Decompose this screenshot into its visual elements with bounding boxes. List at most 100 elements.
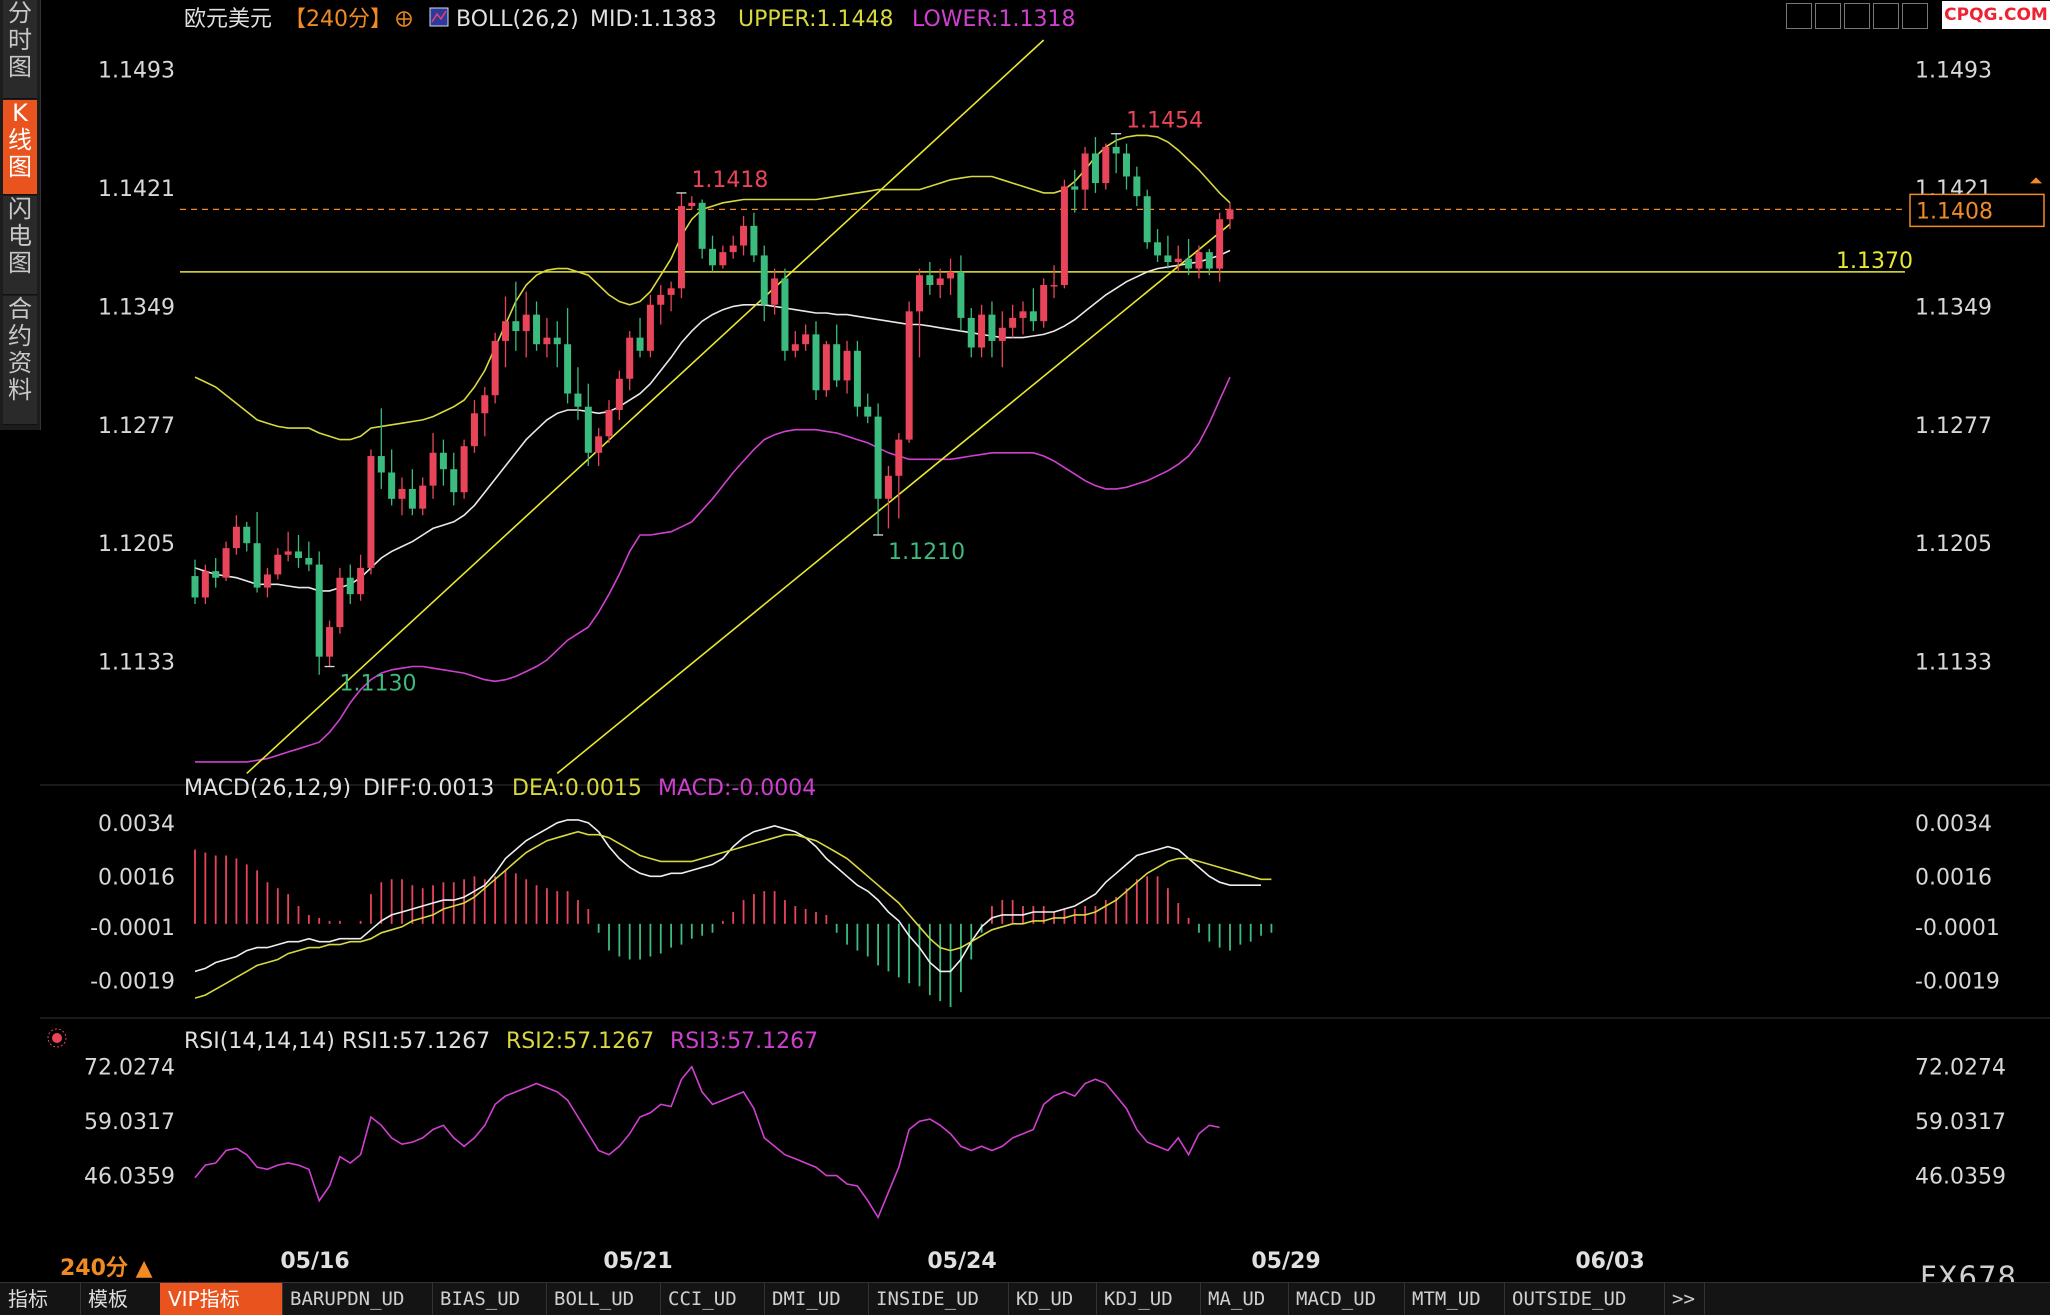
candle-body <box>626 337 634 379</box>
candle-body <box>978 314 986 348</box>
candle-body <box>740 225 748 246</box>
indicator-tab[interactable]: 指标 <box>0 1283 81 1315</box>
macd-tick-left: -0.0019 <box>90 969 175 994</box>
high-price-label: 1.1418 <box>691 168 768 193</box>
candle-body <box>874 416 882 499</box>
period-selector[interactable]: 240分 ▲ <box>60 1250 153 1282</box>
candle-body <box>677 206 685 289</box>
rsi-tick-left: 59.0317 <box>84 1110 175 1135</box>
price-tick-left: 1.1421 <box>98 177 175 202</box>
candle-body <box>698 202 706 249</box>
date-label: 05/21 <box>603 1249 672 1274</box>
rsi-tick-left: 72.0274 <box>84 1056 175 1081</box>
indicator-tab[interactable]: OUTSIDE_UD <box>1504 1283 1665 1315</box>
price-axis: 1.1493 1.14931.1421 1.14211.1349 1.13491.12… <box>98 59 1992 676</box>
candle-body <box>957 271 965 318</box>
level-lines: 1.14081.1370 <box>180 177 2045 274</box>
candle-body <box>822 344 830 391</box>
candle-body <box>336 577 344 628</box>
candle-body <box>1081 153 1089 190</box>
candle-body <box>1205 252 1213 269</box>
price-annotations: 1.1418 1.1454 1.1130 1.1210 <box>324 109 1203 697</box>
candle-body <box>491 340 499 396</box>
indicator-tab[interactable]: DMI_UD <box>764 1283 869 1315</box>
candle-body <box>1029 311 1037 322</box>
indicator-tab-label: KD_UD <box>1016 1288 1074 1310</box>
macd-tick-right: 0.0034 <box>1915 812 1992 837</box>
high-price-label: 1.1454 <box>1126 109 1203 134</box>
symbol-name: 欧元美元 <box>184 7 272 32</box>
indicator-tab-label: BOLL_UD <box>554 1288 635 1310</box>
candle-body <box>502 321 509 341</box>
date-label: 05/24 <box>927 1249 996 1274</box>
price-tick-left: 1.1133 <box>98 651 175 676</box>
date-label: 06/03 <box>1575 1249 1644 1274</box>
period-tag: 【240分】 <box>284 7 392 32</box>
macd-panel: 0.0034 0.0034 0.0016 0.0016 -0.0001 -0.0001 -0… <box>90 812 2000 1008</box>
indicator-tab[interactable]: MACD_UD <box>1288 1283 1405 1315</box>
indicator-tab-label: >> <box>1672 1288 1695 1310</box>
candle-body <box>1164 255 1172 262</box>
candle-body <box>812 334 820 391</box>
chart-canvas[interactable]: 欧元美元 【240分】 BOLL(26,2) MID:1.1383 UPPER:… <box>0 0 2050 1282</box>
candle-body <box>760 255 768 305</box>
candle-body <box>936 278 944 286</box>
indicator-tab[interactable]: BOLL_UD <box>546 1283 661 1315</box>
candle-body <box>688 202 696 207</box>
candle-body <box>305 558 313 565</box>
candle-body <box>926 275 934 286</box>
rsi-settings-icon[interactable] <box>52 1033 62 1043</box>
macd-diff-line <box>194 819 1261 973</box>
candle-body <box>460 446 468 493</box>
candle-body <box>750 225 758 256</box>
candle-body <box>636 337 644 351</box>
price-tick-right: 1.1493 <box>1915 59 1992 84</box>
indicator-tab-label: KDJ_UD <box>1104 1288 1173 1310</box>
indicator-tab[interactable]: INSIDE_UD <box>868 1283 1009 1315</box>
candle-body <box>1216 219 1224 269</box>
indicator-tab[interactable]: 模板 <box>80 1283 161 1315</box>
candle-body <box>802 334 810 345</box>
candle-body <box>1112 146 1120 154</box>
candle-body <box>367 456 375 568</box>
indicator-tab[interactable]: KDJ_UD <box>1096 1283 1201 1315</box>
candle-body <box>1123 153 1130 177</box>
indicator-tab[interactable]: MA_UD <box>1200 1283 1289 1315</box>
candle-body <box>1154 242 1162 256</box>
indicator-tab[interactable]: BARUPDN_UD <box>282 1283 433 1315</box>
bollinger-bands <box>194 134 1231 763</box>
candle-body <box>522 314 530 332</box>
candle-body <box>595 436 603 453</box>
candle-body <box>967 317 975 348</box>
indicator-tab-label: BARUPDN_UD <box>290 1288 405 1310</box>
indicator-tab[interactable]: MTM_UD <box>1404 1283 1505 1315</box>
candle-body <box>884 475 892 499</box>
indicator-tab[interactable]: KD_UD <box>1008 1283 1097 1315</box>
candle-body <box>1009 317 1017 328</box>
indicator-tab[interactable]: CCI_UD <box>660 1283 765 1315</box>
macd-tick-right: -0.0001 <box>1915 916 2000 941</box>
macd-dea: DEA:0.0015 <box>512 776 642 801</box>
candle-body <box>574 393 582 407</box>
rsi2-value: RSI2:57.1267 <box>506 1029 654 1054</box>
candle-body <box>388 472 396 499</box>
candle-body <box>988 314 996 341</box>
candle-body <box>791 344 799 351</box>
candle-body <box>853 350 861 407</box>
candle-body <box>657 294 665 305</box>
candle-body <box>709 248 716 266</box>
candle-body <box>553 337 561 345</box>
indicator-tab-label: CCI_UD <box>668 1288 737 1310</box>
candle-body <box>1133 176 1141 197</box>
indicator-tab[interactable]: >> <box>1664 1283 1705 1315</box>
indicator-tab[interactable]: VIP指标 <box>160 1283 283 1315</box>
macd-tick-right: 0.0016 <box>1915 865 1992 890</box>
candle-body <box>916 275 923 312</box>
price-tick-left: 1.1205 <box>98 532 175 557</box>
candle-body <box>533 314 541 345</box>
indicator-tab[interactable]: BIAS_UD <box>432 1283 547 1315</box>
candle-body <box>232 526 240 549</box>
candle-body <box>895 439 903 476</box>
candle-body <box>191 576 199 598</box>
candle-body <box>212 571 220 578</box>
